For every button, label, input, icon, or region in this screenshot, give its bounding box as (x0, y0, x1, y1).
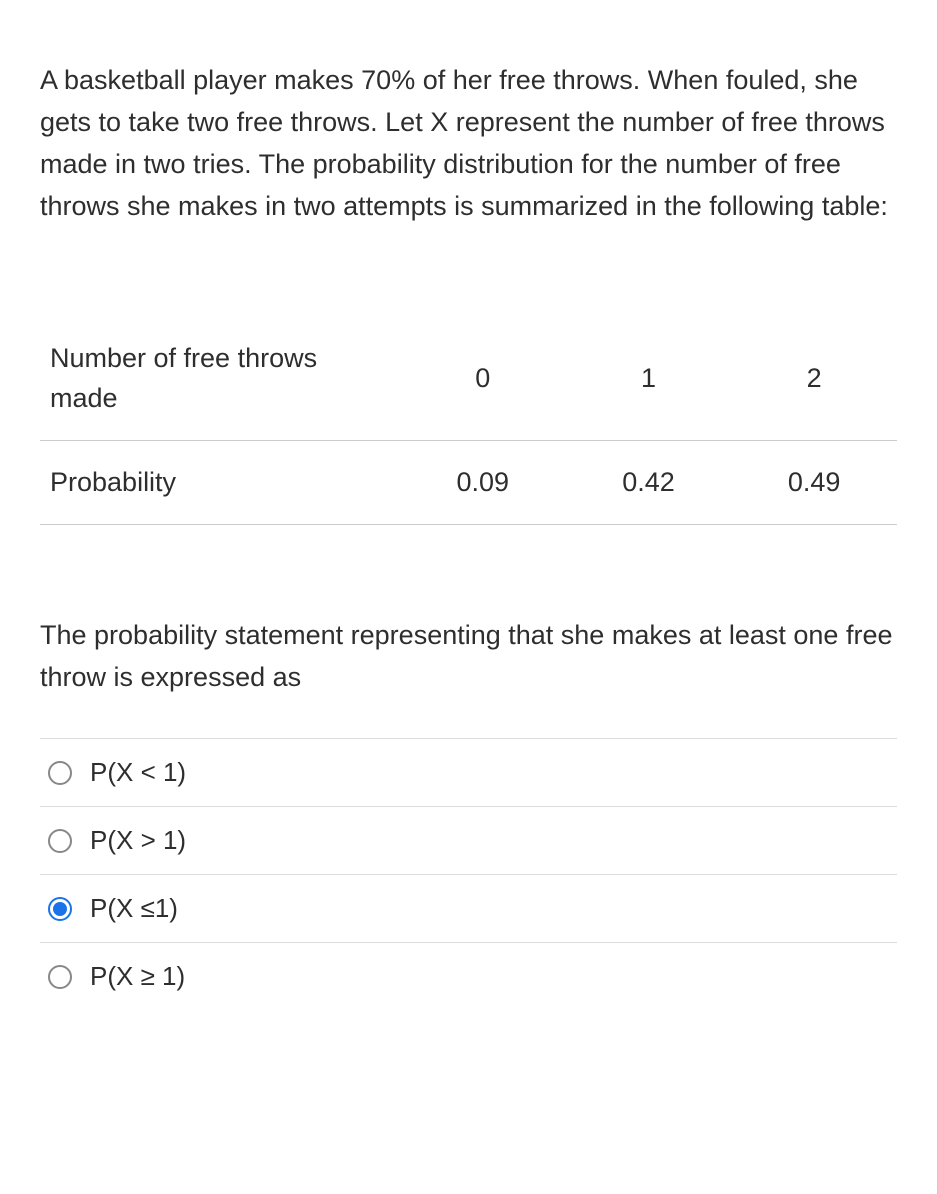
cell: 2 (731, 317, 897, 440)
cell: 0.49 (731, 440, 897, 524)
option-d[interactable]: P(X ≥ 1) (40, 943, 897, 1010)
option-label: P(X ≥ 1) (90, 961, 185, 992)
radio-icon (48, 965, 72, 989)
option-b[interactable]: P(X > 1) (40, 807, 897, 875)
row-label: Probability (40, 440, 400, 524)
table-row: Probability 0.09 0.42 0.49 (40, 440, 897, 524)
option-label: P(X ≤1) (90, 893, 178, 924)
row-label: Number of free throws made (40, 317, 400, 440)
option-label: P(X > 1) (90, 825, 186, 856)
radio-icon (48, 761, 72, 785)
question-prompt: The probability statement representing t… (40, 615, 897, 699)
option-label: P(X < 1) (90, 757, 186, 788)
cell: 0 (400, 317, 566, 440)
cell: 0.09 (400, 440, 566, 524)
cell: 0.42 (566, 440, 732, 524)
option-c[interactable]: P(X ≤1) (40, 875, 897, 943)
radio-icon (48, 897, 72, 921)
question-intro: A basketball player makes 70% of her fre… (40, 60, 897, 227)
table-row: Number of free throws made 0 1 2 (40, 317, 897, 440)
option-a[interactable]: P(X < 1) (40, 739, 897, 807)
cell: 1 (566, 317, 732, 440)
options-list: P(X < 1) P(X > 1) P(X ≤1) P(X ≥ 1) (40, 738, 897, 1010)
radio-icon (48, 829, 72, 853)
distribution-table: Number of free throws made 0 1 2 Probabi… (40, 317, 897, 524)
